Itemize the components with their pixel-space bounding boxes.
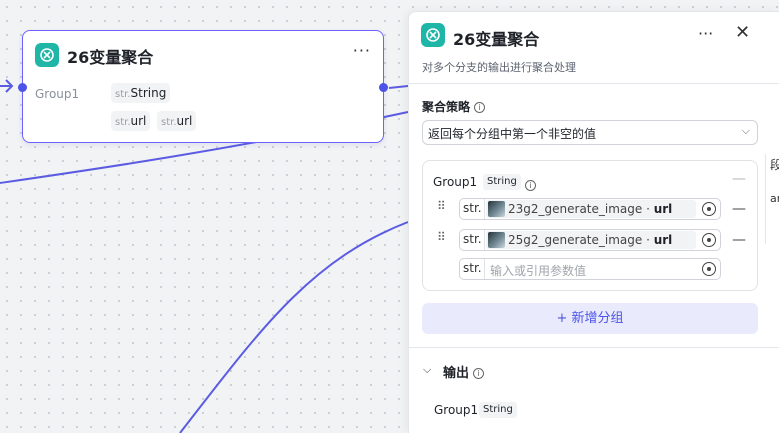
node-settings-panel: 26变量聚合 ··· ✕ 对多个分支的输出进行聚合处理 聚合策略 i 返回每个分组… — [408, 11, 779, 433]
variable-input-row[interactable]: str. 输入或引用参数值 — [459, 258, 721, 280]
strategy-value: 返回每个分组中第一个非空的值 — [428, 127, 597, 141]
add-group-button[interactable]: + 新增分组 — [422, 303, 758, 334]
chevron-down-icon[interactable]: ⌵ — [423, 363, 431, 377]
output-type-badge: String — [479, 402, 517, 418]
group-type-badge: String — [483, 174, 521, 190]
drag-handle-icon[interactable]: ⠿ — [437, 231, 447, 243]
info-icon[interactable]: i — [473, 368, 485, 379]
image-thumbnail-icon — [488, 201, 505, 217]
strategy-label: 聚合策略 i — [422, 98, 486, 115]
variable-reference[interactable]: 25g2_generate_image · url — [486, 231, 696, 249]
output-section-label[interactable]: 输出 i — [443, 362, 485, 381]
node-input-tag: str.url — [157, 111, 197, 131]
background-node-fragment: 段 ar — [765, 154, 779, 244]
drag-handle-icon[interactable]: ⠿ — [437, 200, 447, 212]
node-output-port[interactable] — [379, 83, 388, 92]
node-group-label: Group1 — [35, 87, 80, 101]
strategy-select[interactable]: 返回每个分组中第一个非空的值 ⌵ — [422, 120, 758, 145]
node-input-tag: str.String — [111, 83, 171, 103]
panel-more-button[interactable]: ··· — [698, 24, 713, 43]
close-icon[interactable]: ✕ — [735, 22, 750, 43]
variable-merge-node[interactable]: 26变量聚合 ··· Group1 str.String str.url str… — [18, 30, 388, 143]
edge-out — [388, 85, 409, 89]
reference-target-icon[interactable] — [702, 262, 716, 276]
image-thumbnail-icon — [488, 232, 505, 248]
node-input-port[interactable] — [18, 83, 27, 92]
panel-title[interactable]: 26变量聚合 — [453, 26, 539, 50]
merge-icon — [35, 43, 59, 67]
chevron-down-icon: ⌵ — [741, 124, 750, 137]
type-prefix: str. — [463, 261, 482, 275]
info-icon[interactable]: i — [525, 174, 536, 193]
reference-target-icon[interactable] — [702, 202, 716, 216]
type-prefix: str. — [463, 232, 482, 246]
info-icon[interactable]: i — [474, 102, 486, 113]
node-more-button[interactable]: ··· — [353, 41, 371, 60]
panel-header: 26变量聚合 ··· ✕ 对多个分支的输出进行聚合处理 — [409, 12, 779, 84]
remove-variable-button[interactable]: — — [732, 201, 746, 217]
reference-target-icon[interactable] — [702, 233, 716, 247]
node-title: 26变量聚合 — [67, 48, 154, 67]
variable-reference[interactable]: 23g2_generate_image · url — [486, 200, 696, 218]
node-input-tag: str.url — [111, 111, 151, 131]
panel-description[interactable]: 对多个分支的输出进行聚合处理 — [422, 59, 576, 75]
output-group-name: Group1 — [434, 403, 479, 417]
remove-variable-button[interactable]: — — [732, 232, 746, 248]
variable-input-placeholder[interactable]: 输入或引用参数值 — [490, 262, 586, 279]
group-collapse-button[interactable]: — — [732, 171, 746, 187]
divider — [409, 347, 779, 348]
merge-icon — [421, 23, 445, 47]
edge-bottom — [179, 221, 409, 433]
variable-row[interactable]: str. 25g2_generate_image · url — [459, 229, 721, 251]
group-name[interactable]: Group1 — [433, 175, 477, 189]
type-prefix: str. — [463, 201, 482, 215]
group-card: Group1 String i — ⠿ str. 23g2_generate_i… — [422, 160, 758, 291]
variable-row[interactable]: str. 23g2_generate_image · url — [459, 198, 721, 220]
